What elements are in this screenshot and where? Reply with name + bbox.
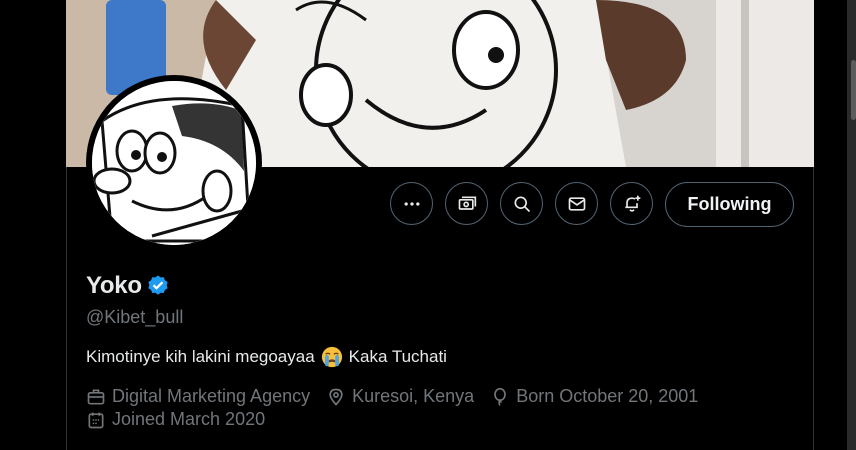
meta-birthday: Born October 20, 2001 bbox=[490, 386, 698, 407]
money-icon bbox=[458, 196, 476, 210]
avatar[interactable] bbox=[92, 81, 256, 245]
more-button[interactable] bbox=[390, 182, 433, 225]
display-name: Yoko bbox=[86, 272, 142, 299]
bio-text-after: Kaka Tuchati bbox=[348, 347, 447, 366]
subscribe-button[interactable] bbox=[445, 182, 488, 225]
following-button[interactable]: Following bbox=[665, 182, 794, 227]
bell-plus-icon bbox=[624, 195, 640, 212]
location-label: Kuresoi, Kenya bbox=[352, 386, 475, 406]
verified-badge-icon[interactable] bbox=[146, 274, 170, 298]
loudly-crying-face-icon bbox=[321, 346, 342, 368]
left-gutter bbox=[0, 0, 66, 450]
location-pin-icon bbox=[329, 388, 343, 406]
meta-row-1: Digital Marketing Agency Kuresoi, Kenya … bbox=[86, 386, 714, 407]
briefcase-icon bbox=[87, 389, 105, 404]
message-button[interactable] bbox=[555, 182, 598, 225]
search-button[interactable] bbox=[500, 182, 543, 225]
meta-row-2: Joined March 2020 bbox=[86, 409, 281, 430]
meta-category: Digital Marketing Agency bbox=[86, 386, 310, 407]
meta-location: Kuresoi, Kenya bbox=[326, 386, 474, 407]
more-horizontal-icon bbox=[404, 201, 419, 206]
balloon-icon bbox=[494, 387, 507, 406]
category-label: Digital Marketing Agency bbox=[112, 386, 311, 406]
notify-button[interactable] bbox=[610, 182, 653, 225]
calendar-icon bbox=[88, 412, 104, 428]
chair-fragment bbox=[0, 0, 66, 120]
scrollbar-thumb[interactable] bbox=[851, 60, 856, 120]
bio-text-before: Kimotinye kih lakini megoayaa bbox=[86, 347, 315, 366]
name-row: Yoko bbox=[86, 272, 170, 300]
user-handle: @Kibet_bull bbox=[86, 307, 184, 327]
envelope-icon bbox=[568, 196, 585, 211]
bio: Kimotinye kih lakini megoayaa Kaka Tucha… bbox=[86, 346, 447, 368]
birthday-label: Born October 20, 2001 bbox=[516, 386, 699, 406]
meta-joined: Joined March 2020 bbox=[86, 409, 265, 430]
search-icon bbox=[514, 196, 530, 212]
right-gutter bbox=[815, 0, 856, 450]
joined-label: Joined March 2020 bbox=[112, 409, 266, 429]
